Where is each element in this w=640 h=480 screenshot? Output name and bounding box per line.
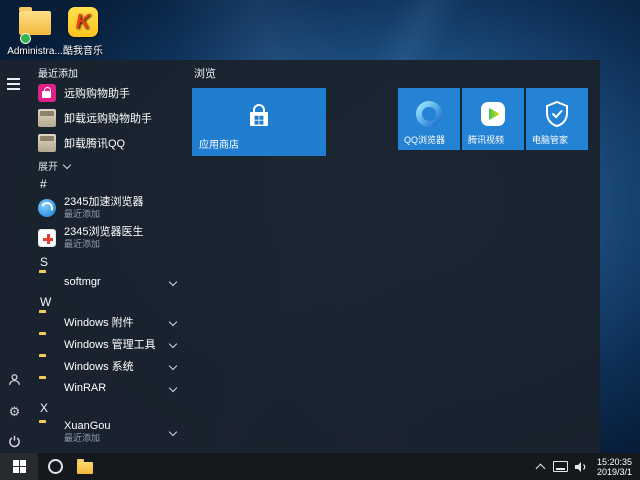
start-tiles-area: 浏览 应用商店 QQ浏览器 腾讯视频 电脑管家 [192,60,600,453]
windows-logo-icon [12,460,26,473]
tile-label: 腾讯视频 [468,135,505,145]
desktop-icon-label: 酷我音乐 [63,46,103,57]
section-letter-x[interactable]: X [28,399,192,417]
chevron-down-icon [168,317,178,327]
store-bag-icon [250,104,268,126]
play-icon [481,102,505,126]
power-icon [9,435,20,448]
uninstaller-icon [38,133,56,152]
app-sublabel: 最近添加 [64,209,101,219]
user-icon [9,374,20,386]
search-icon [47,459,63,474]
folder-item-winrar[interactable]: WinRAR [28,377,192,399]
clock-date: 2019/3/1 [596,466,632,477]
app-item-yuangou-assistant[interactable]: 远购购物助手 [28,80,192,105]
chevron-down-icon [168,427,178,437]
folder-item-windows-system[interactable]: Windows 系统 [28,355,192,377]
start-button[interactable] [0,453,38,480]
user-account-button[interactable] [7,372,22,387]
shopping-app-icon [38,83,56,102]
section-letter-s[interactable]: S [28,253,192,271]
keyboard-icon [553,461,569,472]
desktop-icon-kuwo-music[interactable]: K 酷我音乐 [54,6,112,57]
folder-label: Windows 管理工具 [64,339,156,351]
expand-label: 展开 [38,161,58,173]
speaker-icon [574,461,586,472]
qq-browser-icon [416,101,442,127]
folder-item-windows-admin-tools[interactable]: Windows 管理工具 [28,333,192,355]
app-label: 卸载远购购物助手 [64,112,152,125]
search-button[interactable] [42,453,68,480]
uninstaller-icon [38,108,56,127]
folder-label: WinRAR [64,382,107,394]
hamburger-menu-icon[interactable] [7,78,20,93]
app-label: 2345浏览器医生 [64,226,144,238]
app-label: 远购购物助手 [64,87,130,100]
tile-pc-manager[interactable]: 电脑管家 [526,88,588,150]
sync-badge-icon [20,33,31,44]
folder-item-windows-accessories[interactable]: Windows 附件 [28,311,192,333]
browser-app-icon [38,199,56,217]
chevron-down-icon [168,339,178,349]
power-button[interactable] [7,434,22,449]
folder-icon [19,7,51,44]
recent-added-header: 最近添加 [38,69,78,80]
clock-time: 15:20:35 [596,456,632,467]
section-letter-hash[interactable]: # [28,175,192,193]
app-sublabel: 最近添加 [64,239,101,249]
gear-icon: ⚙ [8,404,21,419]
settings-button[interactable]: ⚙ [7,404,22,419]
chevron-down-icon [62,160,72,170]
clock[interactable]: 15:20:35 2019/3/1 [591,457,640,477]
folder-item-softmgr[interactable]: softmgr [28,271,192,293]
shield-icon [546,100,568,128]
chevron-down-icon [168,277,178,287]
folder-label: Windows 附件 [64,317,134,329]
app-item-2345-doctor[interactable]: 2345浏览器医生 最近添加 [28,223,192,253]
app-item-2345-browser[interactable]: 2345加速浏览器 最近添加 [28,193,192,223]
start-menu: ⚙ 最近添加 远购购物助手 卸载远购购物助手 卸载腾讯QQ 展开 # 2345加… [0,60,600,453]
file-explorer-button[interactable] [72,453,98,480]
app-label: 卸载腾讯QQ [64,137,126,150]
tile-app-store[interactable]: 应用商店 [192,88,326,156]
doctor-app-icon [38,229,56,247]
tile-label: 应用商店 [199,140,239,151]
chevron-down-icon [168,383,178,393]
app-item-uninstall-qq[interactable]: 卸载腾讯QQ [28,130,192,155]
tile-label: QQ浏览器 [404,135,446,145]
start-app-list: 最近添加 远购购物助手 卸载远购购物助手 卸载腾讯QQ 展开 # 2345加速浏… [28,60,192,453]
system-tray: 15:20:35 2019/3/1 [531,453,640,480]
chevron-down-icon [168,361,178,371]
section-letter-w[interactable]: W [28,293,192,311]
app-label: 2345加速浏览器 [64,196,144,208]
chevron-up-icon [536,463,546,473]
volume-button[interactable] [571,453,591,480]
expand-button[interactable]: 展开 [28,155,192,175]
kuwo-music-icon: K [67,7,99,39]
start-menu-rail: ⚙ [0,60,28,453]
taskbar: 15:20:35 2019/3/1 [0,453,640,480]
hidden-icons-button[interactable] [531,453,551,480]
tile-label: 电脑管家 [532,135,569,145]
file-explorer-icon [77,459,93,474]
app-item-uninstall-yuangou[interactable]: 卸载远购购物助手 [28,105,192,130]
folder-label: XuanGou [64,420,111,432]
tile-qq-browser[interactable]: QQ浏览器 [398,88,460,150]
folder-item-xuangou[interactable]: XuanGou 最近添加 [28,417,192,447]
folder-label: softmgr [64,276,101,288]
tile-tencent-video[interactable]: 腾讯视频 [462,88,524,150]
tile-group-label[interactable]: 浏览 [194,65,216,81]
folder-label: Windows 系统 [64,361,134,373]
touch-keyboard-button[interactable] [551,453,571,480]
app-sublabel: 最近添加 [64,433,101,443]
